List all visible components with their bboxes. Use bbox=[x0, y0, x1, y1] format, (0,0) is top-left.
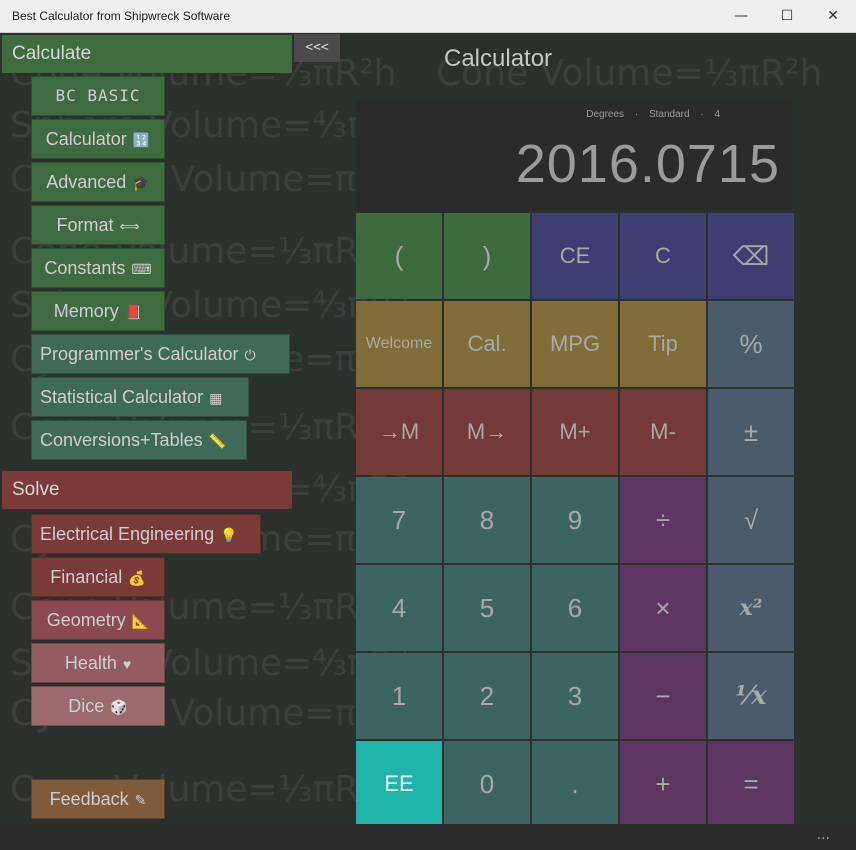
nav-label: Dice bbox=[68, 696, 105, 716]
ruler-icon: 📏 bbox=[208, 433, 227, 449]
nav-label: Constants bbox=[44, 258, 126, 278]
collapse-sidebar-button[interactable]: <<< bbox=[294, 34, 340, 62]
key-6[interactable]: 6 bbox=[532, 565, 618, 651]
key-equals[interactable]: = bbox=[708, 741, 794, 827]
nav-advanced[interactable]: Advanced 🎓 bbox=[31, 162, 165, 202]
key-store-memory[interactable]: →M bbox=[356, 389, 442, 475]
backspace-icon[interactable]: ⌫ bbox=[708, 213, 794, 299]
nav-financial[interactable]: Financial 💰 bbox=[31, 557, 165, 597]
nav-programmers-calculator[interactable]: Programmer's Calculator ⏻ bbox=[31, 334, 290, 374]
key-plus-minus[interactable]: ± bbox=[708, 389, 794, 475]
key-welcome[interactable]: Welcome bbox=[356, 301, 442, 387]
calculate-section-header[interactable]: Calculate bbox=[2, 35, 292, 73]
power-icon: ⏻ bbox=[244, 347, 256, 363]
maximize-button[interactable]: ☐ bbox=[764, 0, 810, 32]
key-3[interactable]: 3 bbox=[532, 653, 618, 739]
key-open-paren[interactable]: ( bbox=[356, 213, 442, 299]
key-5[interactable]: 5 bbox=[444, 565, 530, 651]
nav-label: Health bbox=[64, 653, 117, 673]
key-mpg[interactable]: MPG bbox=[532, 301, 618, 387]
nav-label: Electrical Engineering bbox=[40, 524, 215, 544]
chart-icon: ▦ bbox=[209, 390, 223, 406]
nav-label: Memory bbox=[53, 301, 119, 321]
key-memory-minus[interactable]: M- bbox=[620, 389, 706, 475]
calculator-display: Degrees · Standard · 4 2016.0715 bbox=[356, 99, 792, 211]
key-divide[interactable]: ÷ bbox=[620, 477, 706, 563]
key-reciprocal[interactable]: ¹⁄x bbox=[708, 653, 794, 739]
more-options-icon[interactable]: ... bbox=[817, 827, 830, 843]
heart-icon: ♥ bbox=[122, 656, 132, 672]
key-1[interactable]: 1 bbox=[356, 653, 442, 739]
key-percent[interactable]: % bbox=[708, 301, 794, 387]
nav-label: Financial bbox=[50, 567, 123, 587]
key-square[interactable]: x² bbox=[708, 565, 794, 651]
key-multiply[interactable]: × bbox=[620, 565, 706, 651]
graduation-cap-icon: 🎓 bbox=[132, 175, 150, 191]
key-recall-memory[interactable]: M→ bbox=[444, 389, 530, 475]
feedback-button[interactable]: Feedback ✎ bbox=[31, 779, 165, 819]
nav-label: Statistical Calculator bbox=[40, 387, 204, 407]
keyboard-icon: ⌨ bbox=[131, 261, 152, 277]
display-value: 2016.0715 bbox=[515, 134, 780, 194]
book-icon: 📕 bbox=[124, 304, 143, 320]
mode-indicators: Degrees · Standard · 4 bbox=[582, 109, 724, 120]
nav-calculator[interactable]: Calculator 🔢 bbox=[31, 119, 165, 159]
key-tip[interactable]: Tip bbox=[620, 301, 706, 387]
key-close-paren[interactable]: ) bbox=[444, 213, 530, 299]
nav-memory[interactable]: Memory 📕 bbox=[31, 291, 165, 331]
nav-bc-basic[interactable]: BC BASIC bbox=[31, 76, 165, 116]
feedback-label: Feedback bbox=[49, 789, 129, 809]
nav-label: Format bbox=[56, 215, 114, 235]
key-square-root[interactable]: √ bbox=[708, 477, 794, 563]
key-ee[interactable]: EE bbox=[356, 741, 442, 827]
nav-label: BC BASIC bbox=[55, 86, 141, 105]
bottom-app-bar: ... bbox=[0, 824, 856, 850]
key-clear[interactable]: C bbox=[620, 213, 706, 299]
calculator-icon: 🔢 bbox=[132, 132, 151, 148]
key-9[interactable]: 9 bbox=[532, 477, 618, 563]
minimize-button[interactable]: — bbox=[718, 0, 764, 32]
nav-label: Calculator bbox=[45, 129, 127, 149]
solve-section-header[interactable]: Solve bbox=[2, 471, 292, 509]
digits-setting[interactable]: 4 bbox=[714, 109, 720, 120]
nav-dice[interactable]: Dice 🎲 bbox=[31, 686, 165, 726]
mode-separator: · bbox=[634, 109, 639, 120]
key-4[interactable]: 4 bbox=[356, 565, 442, 651]
angle-mode[interactable]: Degrees bbox=[586, 109, 624, 120]
nav-conversions-tables[interactable]: Conversions+Tables 📏 bbox=[31, 420, 247, 460]
nav-statistical-calculator[interactable]: Statistical Calculator ▦ bbox=[31, 377, 249, 417]
key-2[interactable]: 2 bbox=[444, 653, 530, 739]
number-format[interactable]: Standard bbox=[649, 109, 690, 120]
key-clear-entry[interactable]: CE bbox=[532, 213, 618, 299]
double-arrow-icon: ⟺ bbox=[119, 218, 140, 234]
nav-label: Geometry bbox=[46, 610, 126, 630]
app-body: Cone Volume=⅓πR²h Cone Volume=⅓πR²h Sphe… bbox=[0, 33, 856, 850]
key-decimal[interactable]: . bbox=[532, 741, 618, 827]
key-memory-plus[interactable]: M+ bbox=[532, 389, 618, 475]
nav-constants[interactable]: Constants ⌨ bbox=[31, 248, 165, 288]
nav-health[interactable]: Health ♥ bbox=[31, 643, 165, 683]
key-0[interactable]: 0 bbox=[444, 741, 530, 827]
nav-electrical-engineering[interactable]: Electrical Engineering 💡 bbox=[31, 514, 261, 554]
triangle-ruler-icon: 📐 bbox=[131, 613, 150, 629]
calculator-title: Calculator bbox=[444, 45, 553, 72]
dice-icon: 🎲 bbox=[110, 699, 128, 715]
key-7[interactable]: 7 bbox=[356, 477, 442, 563]
nav-format[interactable]: Format ⟺ bbox=[31, 205, 165, 245]
lightbulb-icon: 💡 bbox=[220, 527, 238, 543]
close-button[interactable]: ✕ bbox=[810, 0, 856, 32]
money-bag-icon: 💰 bbox=[128, 570, 146, 586]
window-title: Best Calculator from Shipwreck Software bbox=[12, 9, 231, 23]
key-cal[interactable]: Cal. bbox=[444, 301, 530, 387]
nav-label: Advanced bbox=[46, 172, 127, 192]
nav-geometry[interactable]: Geometry 📐 bbox=[31, 600, 165, 640]
key-8[interactable]: 8 bbox=[444, 477, 530, 563]
title-bar: Best Calculator from Shipwreck Software … bbox=[0, 0, 856, 33]
mode-separator: · bbox=[700, 109, 704, 120]
feedback-icon: ✎ bbox=[134, 792, 147, 808]
key-add[interactable]: + bbox=[620, 741, 706, 827]
nav-label: Conversions+Tables bbox=[40, 430, 203, 450]
nav-label: Programmer's Calculator bbox=[40, 344, 239, 364]
key-subtract[interactable]: − bbox=[620, 653, 706, 739]
